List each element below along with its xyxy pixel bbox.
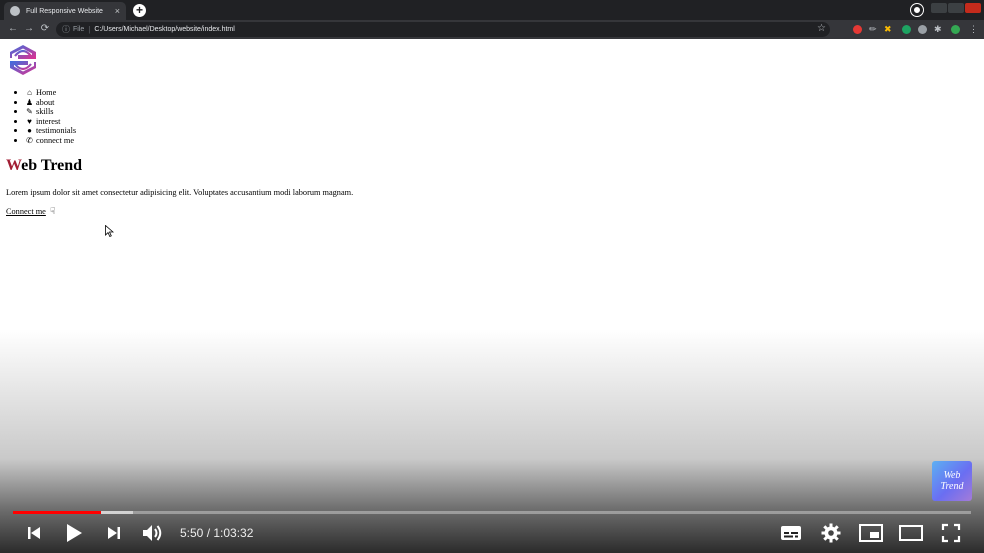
reload-icon[interactable]: ⟳ <box>38 22 52 36</box>
settings-button[interactable] <box>818 521 844 545</box>
skip-next-icon <box>108 527 120 539</box>
nav-label[interactable]: Home <box>36 88 56 98</box>
nav-menu: ⌂ Home ♟ about ✎ skills ♥ interest ● testimon… <box>14 88 76 145</box>
comment-icon: ● <box>27 126 32 136</box>
back-arrow-icon[interactable]: ← <box>6 22 20 36</box>
theater-mode-icon <box>899 525 923 541</box>
nav-item-connect-me[interactable]: ✆ connect me <box>14 136 76 146</box>
extensions-puzzle-icon[interactable]: ✱ <box>934 23 942 35</box>
nav-label[interactable]: connect me <box>36 136 74 146</box>
nav-item-home[interactable]: ⌂ Home <box>14 88 76 98</box>
info-icon[interactable]: ⓘ <box>62 24 70 35</box>
nav-label[interactable]: interest <box>36 117 60 127</box>
omnibox-separator: | <box>88 25 91 34</box>
address-bar: ← → ⟳ ⓘ File | C:/Users/Michael/Desktop/… <box>0 20 984 39</box>
extension-x-icon[interactable]: ✖ <box>884 23 892 35</box>
progress-played <box>13 511 102 514</box>
theater-mode-button[interactable] <box>898 521 924 545</box>
bookmark-star-icon[interactable]: ☆ <box>817 23 826 34</box>
gear-icon <box>821 523 841 543</box>
globe-icon <box>10 6 20 16</box>
wrench-icon: ✎ <box>26 107 33 117</box>
extension-pen-icon[interactable]: ✏ <box>869 23 877 35</box>
watermark-line: Web <box>943 470 961 481</box>
profile-icon[interactable] <box>911 4 923 16</box>
browser-tab[interactable]: Full Responsive Website × <box>4 2 126 20</box>
video-progress-bar[interactable] <box>13 511 971 514</box>
previous-button[interactable] <box>22 521 46 545</box>
heading-accent-letter: W <box>6 157 22 174</box>
new-tab-button[interactable]: + <box>133 4 146 17</box>
nav-item-interest[interactable]: ♥ interest <box>14 117 76 127</box>
nav-label[interactable]: testimonials <box>36 126 76 136</box>
tab-title: Full Responsive Website <box>26 7 103 15</box>
file-label: File <box>73 26 85 33</box>
fullscreen-icon <box>941 523 961 543</box>
nav-label[interactable]: skills <box>36 107 54 117</box>
play-button[interactable] <box>61 521 87 545</box>
skip-previous-icon <box>28 527 40 539</box>
url-omnibox[interactable]: ⓘ File | C:/Users/Michael/Desktop/websit… <box>56 22 830 37</box>
page-heading: Web Trend <box>6 157 82 175</box>
play-icon <box>67 524 82 542</box>
video-time: 5:50 / 1:03:32 <box>180 526 254 540</box>
page-viewport: ⌂ Home ♟ about ✎ skills ♥ interest ● testimon… <box>0 39 984 553</box>
home-icon: ⌂ <box>27 88 32 98</box>
minimize-icon[interactable] <box>931 3 947 13</box>
connect-row: Connect me ☟ <box>6 206 55 217</box>
next-button[interactable] <box>102 521 126 545</box>
window-close-icon[interactable] <box>965 3 981 13</box>
maximize-icon[interactable] <box>948 3 964 13</box>
subtitles-icon <box>781 526 801 540</box>
miniplayer-icon <box>859 524 883 542</box>
channel-watermark[interactable]: Web Trend <box>932 461 972 501</box>
watermark-line: Trend <box>940 481 964 492</box>
menu-kebab-icon[interactable]: ⋮ <box>969 23 978 35</box>
miniplayer-button[interactable] <box>858 521 884 545</box>
nav-item-about[interactable]: ♟ about <box>14 98 76 108</box>
logo-icon <box>10 45 36 75</box>
extension-green-icon[interactable] <box>902 25 911 34</box>
window-controls <box>930 3 981 13</box>
volume-button[interactable] <box>140 521 166 545</box>
url-text[interactable]: C:/Users/Michael/Desktop/website/index.h… <box>94 26 234 33</box>
phone-icon: ✆ <box>26 135 33 145</box>
connect-me-link[interactable]: Connect me <box>6 207 46 216</box>
mouse-cursor-icon <box>105 225 114 237</box>
profile-avatar-icon[interactable] <box>951 25 960 34</box>
volume-icon <box>143 525 162 541</box>
nav-item-testimonials[interactable]: ● testimonials <box>14 126 76 136</box>
heart-icon: ♥ <box>27 116 32 126</box>
browser-tab-bar: Full Responsive Website × + <box>0 0 984 20</box>
nav-label[interactable]: about <box>36 98 54 108</box>
lead-paragraph: Lorem ipsum dolor sit amet consectetur a… <box>6 188 354 197</box>
hand-point-down-icon: ☟ <box>49 206 56 216</box>
fullscreen-button[interactable] <box>938 521 964 545</box>
forward-arrow-icon[interactable]: → <box>22 22 36 36</box>
extension-square-icon[interactable] <box>918 25 927 34</box>
extension-adblock-icon[interactable] <box>853 25 862 34</box>
nav-item-skills[interactable]: ✎ skills <box>14 107 76 117</box>
heading-rest: eb Trend <box>21 157 83 174</box>
user-icon: ♟ <box>25 97 34 107</box>
subtitles-button[interactable] <box>778 521 804 545</box>
tab-close-icon[interactable]: × <box>115 6 120 16</box>
